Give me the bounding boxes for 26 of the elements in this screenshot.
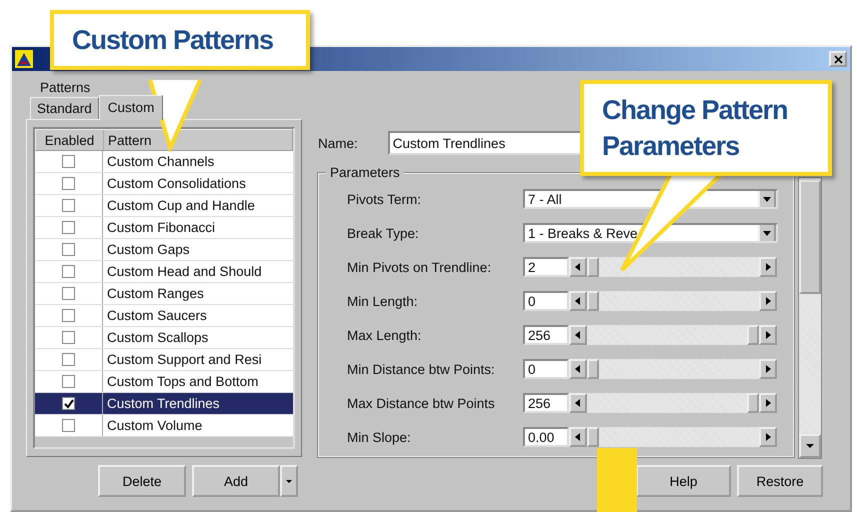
callout-text: Custom Patterns: [72, 25, 274, 55]
parameter-label: Break Type:: [347, 226, 420, 240]
group-label: Parameters: [326, 165, 404, 180]
parameter-label: Min Pivots on Trendline:: [347, 260, 492, 274]
pattern-name: Custom Tops and Bottom: [106, 374, 258, 389]
parameter-label: Pivots Term:: [347, 192, 422, 206]
field-label: Name:: [318, 136, 358, 150]
group-label: Patterns: [40, 81, 92, 95]
callout-text: Change Pattern Parameters: [602, 95, 788, 161]
pattern-name: Custom Channels: [106, 154, 214, 169]
pattern-name: Custom Saucers: [106, 308, 207, 323]
pattern-name: Custom Head and Should: [106, 264, 262, 279]
parameter-label: Min Distance btw Points:: [347, 362, 496, 376]
pattern-name: Custom Ranges: [106, 286, 204, 301]
pattern-name: Custom Support and Resi: [106, 352, 262, 367]
pattern-name: Custom Fibonacci: [106, 220, 216, 235]
pattern-name: Custom Cup and Handle: [106, 198, 255, 213]
parameter-label: Max Length:: [347, 328, 422, 342]
pattern-name: Custom Scallops: [106, 330, 208, 345]
parameter-label: Min Length:: [347, 294, 419, 308]
pattern-name: Custom Volume: [106, 418, 202, 433]
parameter-label: Max Distance btw Points: [347, 396, 496, 410]
parameter-label: Min Slope:: [347, 430, 412, 444]
pattern-name: Custom Consolidations: [106, 176, 246, 191]
pattern-name: Custom Trendlines: [106, 396, 220, 411]
pattern-name: Custom Gaps: [106, 242, 190, 257]
